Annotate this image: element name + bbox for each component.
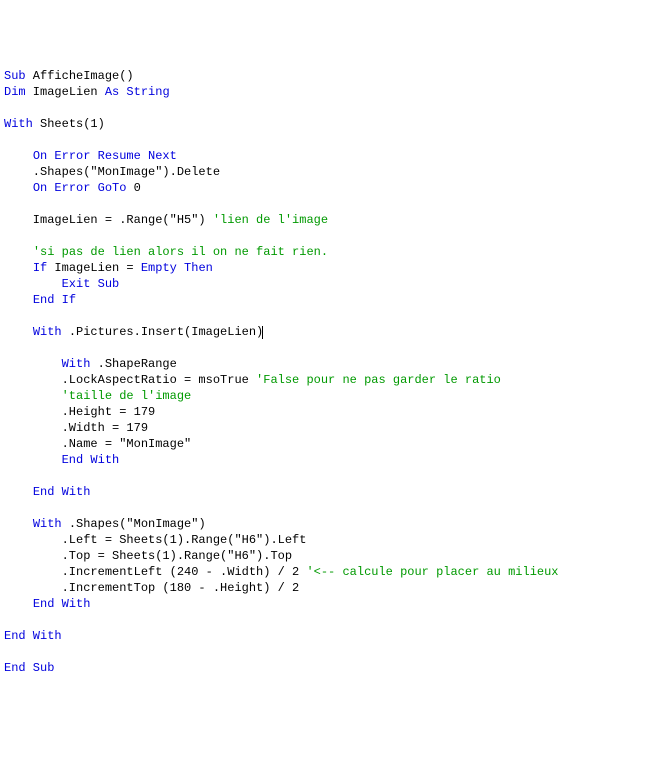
text-token [4,261,33,275]
code-line: End With [4,628,651,644]
code-line [4,500,651,516]
text-token: 0 [126,181,140,195]
keyword-token: With [33,517,62,531]
keyword-token: Sub [4,69,26,83]
text-token [4,357,62,371]
comment-token: 'si pas de lien alors il on ne fait rien… [33,245,328,259]
keyword-token: With [4,117,33,131]
keyword-token: Exit Sub [62,277,120,291]
keyword-token: With [62,357,91,371]
text-token: ImageLien = [47,261,141,275]
code-line [4,228,651,244]
keyword-token: If [33,261,47,275]
text-token: .LockAspectRatio = msoTrue [4,373,256,387]
comment-token: 'False pour ne pas garder le ratio [256,373,501,387]
keyword-token: Dim [4,85,26,99]
text-token [4,453,62,467]
text-token [4,277,62,291]
text-token [4,149,33,163]
text-token: .Shapes("MonImage").Delete [4,165,220,179]
comment-token: '<-- calcule pour placer au milieux [306,565,558,579]
code-line: With Sheets(1) [4,116,651,132]
code-line: Exit Sub [4,276,651,292]
keyword-token: End With [4,629,62,643]
keyword-token: End With [33,597,91,611]
code-line: .Left = Sheets(1).Range("H6").Left [4,532,651,548]
keyword-token: On Error Resume Next [33,149,177,163]
text-token: .ShapeRange [90,357,176,371]
text-token [4,389,62,403]
code-line: .Height = 179 [4,404,651,420]
code-line: With .Shapes("MonImage") [4,516,651,532]
code-line [4,340,651,356]
code-line [4,132,651,148]
text-token: .Width = 179 [4,421,148,435]
code-line: .IncrementTop (180 - .Height) / 2 [4,580,651,596]
code-line [4,612,651,628]
text-token: ImageLien [26,85,105,99]
code-line: End If [4,292,651,308]
code-line [4,644,651,660]
keyword-token: End With [33,485,91,499]
code-line: 'taille de l'image [4,388,651,404]
keyword-token: On Error GoTo [33,181,127,195]
text-token: .Left = Sheets(1).Range("H6").Left [4,533,306,547]
text-token [4,293,33,307]
code-line: If ImageLien = Empty Then [4,260,651,276]
text-token: .Shapes("MonImage") [62,517,206,531]
text-token: .Pictures.Insert(ImageLien) [62,325,264,339]
comment-token: 'lien de l'image [213,213,328,227]
code-line: End With [4,596,651,612]
text-token: .IncrementTop (180 - .Height) / 2 [4,581,299,595]
text-token [4,597,33,611]
keyword-token: End With [62,453,120,467]
text-token [4,181,33,195]
code-line: On Error GoTo 0 [4,180,651,196]
text-token: .Name = "MonImage" [4,437,191,451]
code-line: .Name = "MonImage" [4,436,651,452]
text-cursor [262,326,263,339]
text-token: .IncrementLeft (240 - .Width) / 2 [4,565,306,579]
keyword-token: End If [33,293,76,307]
text-token: .Height = 179 [4,405,155,419]
text-token: ImageLien = .Range("H5") [4,213,213,227]
keyword-token: As String [105,85,170,99]
text-token: Sheets(1) [33,117,105,131]
text-token [4,485,33,499]
code-line [4,100,651,116]
code-line [4,308,651,324]
code-line: .Top = Sheets(1).Range("H6").Top [4,548,651,564]
code-line: End With [4,484,651,500]
code-line: ImageLien = .Range("H5") 'lien de l'imag… [4,212,651,228]
code-line: With .Pictures.Insert(ImageLien) [4,324,651,340]
text-token [4,517,33,531]
text-token: .Top = Sheets(1).Range("H6").Top [4,549,292,563]
code-line: .IncrementLeft (240 - .Width) / 2 '<-- c… [4,564,651,580]
comment-token: 'taille de l'image [62,389,192,403]
keyword-token: End Sub [4,661,54,675]
code-line [4,468,651,484]
code-line: On Error Resume Next [4,148,651,164]
keyword-token: Empty Then [141,261,213,275]
code-line [4,196,651,212]
code-block: Sub AfficheImage()Dim ImageLien As Strin… [4,68,651,676]
keyword-token: With [33,325,62,339]
code-line: End Sub [4,660,651,676]
code-line: .LockAspectRatio = msoTrue 'False pour n… [4,372,651,388]
text-token [4,245,33,259]
code-line: 'si pas de lien alors il on ne fait rien… [4,244,651,260]
code-line: .Shapes("MonImage").Delete [4,164,651,180]
code-line: With .ShapeRange [4,356,651,372]
text-token [4,325,33,339]
code-line: .Width = 179 [4,420,651,436]
code-line: Dim ImageLien As String [4,84,651,100]
code-line: Sub AfficheImage() [4,68,651,84]
code-line: End With [4,452,651,468]
text-token: AfficheImage() [26,69,134,83]
